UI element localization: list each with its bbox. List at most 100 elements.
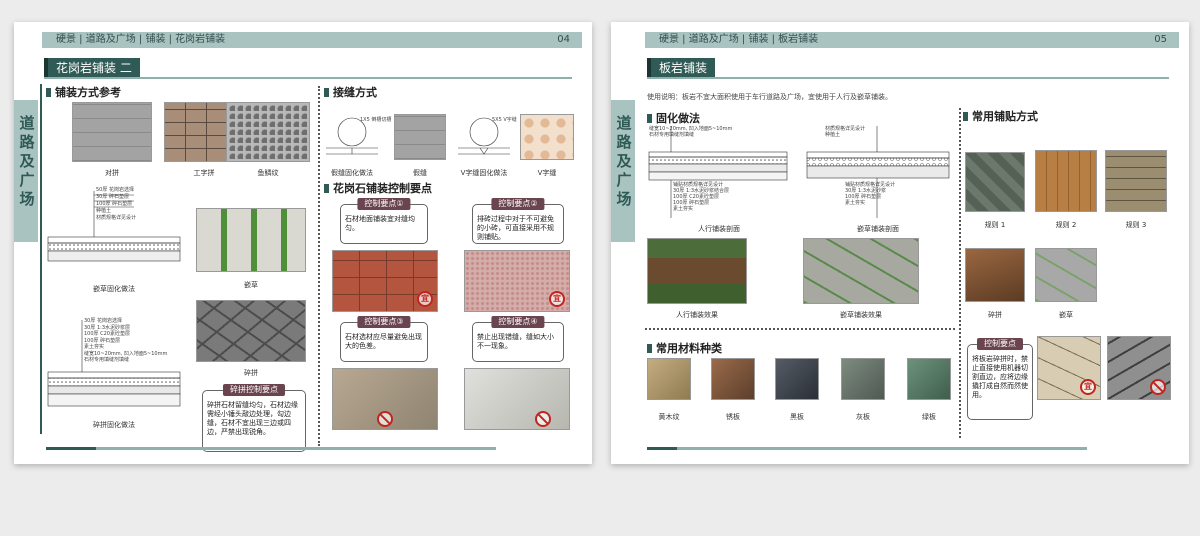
- slate-tip-tag: 控制要点: [977, 338, 1023, 350]
- section-paving: 常用铺贴方式: [963, 108, 1038, 124]
- grass-slate-section-diagram: [806, 126, 950, 218]
- left-page: 硬景 | 道路及广场 | 铺装 | 花岗岩铺装 04 花岗岩铺装 二 道路及广场…: [14, 22, 592, 464]
- paving-caption-5: 嵌草: [1059, 311, 1073, 319]
- grass-notes: 50厚 花岗岩选择 30厚 碎石垫层 100厚 碎石垫层 种植土 材质规格详见设…: [96, 187, 137, 221]
- control-photo-3: [332, 368, 438, 430]
- section-control: 花岗石铺装控制要点: [324, 180, 432, 196]
- section-patterns: 铺装方式参考: [46, 84, 121, 100]
- joint-caption-1: 假缝固化做法: [331, 169, 373, 177]
- material-photo-1: [647, 358, 691, 400]
- pedestrian-notes-top: 缝宽10~20mm, 凹入地面5~10mm 石材专用填缝剂填缝: [649, 126, 733, 138]
- left-footer-accent: [46, 447, 96, 450]
- false-joint-note: 1X5 倒槽切槽: [360, 117, 392, 123]
- false-joint-photo: [394, 114, 446, 160]
- slate-good-photo: 宜: [1037, 336, 1101, 400]
- prohibited-icon: [535, 411, 551, 427]
- right-column-divider: [959, 108, 961, 438]
- slate-bad-photo: [1107, 336, 1171, 400]
- yes-stamp-icon: 宜: [417, 291, 433, 307]
- control-point-4: 控制要点④ 禁止出现错缝，缝如大小不一现象。: [472, 316, 564, 362]
- grass-diagram-caption: 嵌草固化做法: [93, 285, 135, 293]
- material-caption-3: 黑板: [790, 413, 804, 421]
- right-side-title: 道路及广场: [616, 114, 632, 208]
- crazy-photo-caption: 碎拼: [244, 369, 258, 377]
- left-page-title: 花岗岩铺装 二: [44, 58, 140, 78]
- usage-note: 使用说明：板岩不宜大面积使用于车行道路及广场，宜使用于人行及嵌草铺装。: [647, 93, 892, 101]
- material-photo-3: [775, 358, 819, 400]
- right-breadcrumb: 硬景 | 道路及广场 | 铺装 | 板岩铺装: [659, 34, 819, 45]
- paving-photo-4: [965, 248, 1025, 302]
- v-joint-note: 5X5 V字缝: [492, 117, 517, 123]
- control-photo-4: [464, 368, 570, 430]
- left-header: 硬景 | 道路及广场 | 铺装 | 花岗岩铺装 04: [42, 32, 582, 48]
- crazy-notes: 30厚 花岗岩选择 30厚 1:3水泥砂浆层 100厚 C20素砼垫层 100厚…: [84, 318, 168, 363]
- material-caption-4: 灰板: [856, 413, 870, 421]
- control-text-1: 石材地面铺装宜对缝均匀。: [345, 215, 415, 232]
- control-tag-1: 控制要点①: [357, 198, 411, 210]
- section-fix: 固化做法: [647, 110, 700, 126]
- crazy-diagram-caption: 碎拼固化做法: [93, 421, 135, 429]
- section-joints: 接缝方式: [324, 84, 377, 100]
- material-caption-2: 锈板: [726, 413, 740, 421]
- material-caption-5: 绿板: [922, 413, 936, 421]
- right-title-underline: [647, 77, 1169, 79]
- paving-caption-4: 碎拼: [988, 311, 1002, 319]
- paving-photo-2: [1035, 150, 1097, 212]
- paving-photo-5: [1035, 248, 1097, 302]
- control-point-2: 控制要点② 排砖过程中对于不可避免的小砖，可直接采用不规则铺贴。: [472, 198, 564, 244]
- material-photo-4: [841, 358, 885, 400]
- control-text-3: 石材选材应尽量避免出现大的色差。: [345, 333, 422, 350]
- yes-stamp-icon: 宜: [549, 291, 565, 307]
- material-caption-1: 黄木纹: [658, 413, 680, 421]
- grass-effect-photo: [803, 238, 919, 304]
- joint-caption-3: V字缝固化做法: [460, 169, 508, 177]
- grass-slate-notes-top: 材质规格详见设计 种植土: [825, 126, 866, 138]
- right-header: 硬景 | 道路及广场 | 铺装 | 板岩铺装 05: [645, 32, 1179, 48]
- right-row-divider: [645, 328, 955, 330]
- fix-caption-1: 人行铺装剖面: [698, 225, 740, 233]
- control-point-1: 控制要点① 石材地面铺装宜对缝均匀。: [340, 198, 428, 244]
- control-point-3: 控制要点③ 石材选材应尽量避免出现大的色差。: [340, 316, 428, 362]
- control-photo-2: 宜: [464, 250, 570, 312]
- paving-photo-1: [965, 152, 1025, 212]
- left-breadcrumb: 硬景 | 道路及广场 | 铺装 | 花岗岩铺装: [56, 34, 226, 45]
- crazy-tip-text: 碎拼石材留缝均匀，石材边缘需经小锤头敲边处理，勾边缝，石材不宜出现三边或四边，严…: [207, 401, 298, 436]
- pattern-photo-3: [226, 102, 310, 162]
- pattern-photo-1: [72, 102, 152, 162]
- joint-caption-2: 假缝: [413, 169, 427, 177]
- right-page: 硬景 | 道路及广场 | 铺装 | 板岩铺装 05 板岩铺装 道路及广场 使用说…: [611, 22, 1189, 464]
- material-photo-5: [907, 358, 951, 400]
- yes-stamp-icon: 宜: [1080, 379, 1096, 395]
- joint-caption-4: V字缝: [537, 169, 557, 177]
- pedestrian-notes-bottom: 铺贴材质规格详见设计 30厚 1:3水泥砂浆结合层 100厚 C20素砼垫层 1…: [673, 182, 729, 212]
- left-column-divider: [318, 86, 320, 446]
- slate-tip-box: 控制要点 将板岩碎拼时，禁止直接使用机器切割直边，应将边缘撬打成自然而然使用。: [967, 338, 1033, 420]
- paving-caption-1: 规则 1: [984, 221, 1006, 229]
- section-materials: 常用材料种类: [647, 340, 722, 356]
- right-page-title: 板岩铺装: [647, 58, 716, 78]
- grass-photo: [196, 208, 306, 272]
- fix-caption-2: 嵌草铺装剖面: [857, 225, 899, 233]
- left-side-title: 道路及广场: [19, 114, 35, 208]
- right-footer-bar: [677, 447, 1087, 450]
- crazy-tip-box: 碎拼控制要点 碎拼石材留缝均匀，石材边缘需经小锤头敲边处理，勾边缝，石材不宜出现…: [202, 384, 306, 452]
- pattern-caption-1: 对拼: [105, 169, 119, 177]
- control-tag-3: 控制要点③: [357, 316, 411, 328]
- control-photo-1: 宜: [332, 250, 438, 312]
- slate-tip-text: 将板岩碎拼时，禁止直接使用机器切割直边，应将边缘撬打成自然而然使用。: [972, 355, 1028, 399]
- prohibited-icon: [377, 411, 393, 427]
- pattern-caption-3: 鱼鳞纹: [257, 169, 279, 177]
- fix-caption-3: 人行铺装效果: [676, 311, 718, 319]
- left-vertical-rule: [40, 84, 42, 434]
- control-tag-2: 控制要点②: [491, 198, 545, 210]
- paving-caption-3: 规则 3: [1125, 221, 1147, 229]
- material-photo-2: [711, 358, 755, 400]
- pedestrian-effect-photo: [647, 238, 747, 304]
- paving-photo-3: [1105, 150, 1167, 212]
- control-text-4: 禁止出现错缝，缝如大小不一现象。: [477, 333, 554, 350]
- fix-caption-4: 嵌草铺装效果: [840, 311, 882, 319]
- crazy-photo: [196, 300, 306, 362]
- left-footer-bar: [96, 447, 496, 450]
- prohibited-icon: [1150, 379, 1166, 395]
- grass-slate-notes-bottom: 铺贴材质规格详见设计 30厚 1:3水泥砂浆 100厚 碎石垫层 素土夯实: [845, 182, 896, 206]
